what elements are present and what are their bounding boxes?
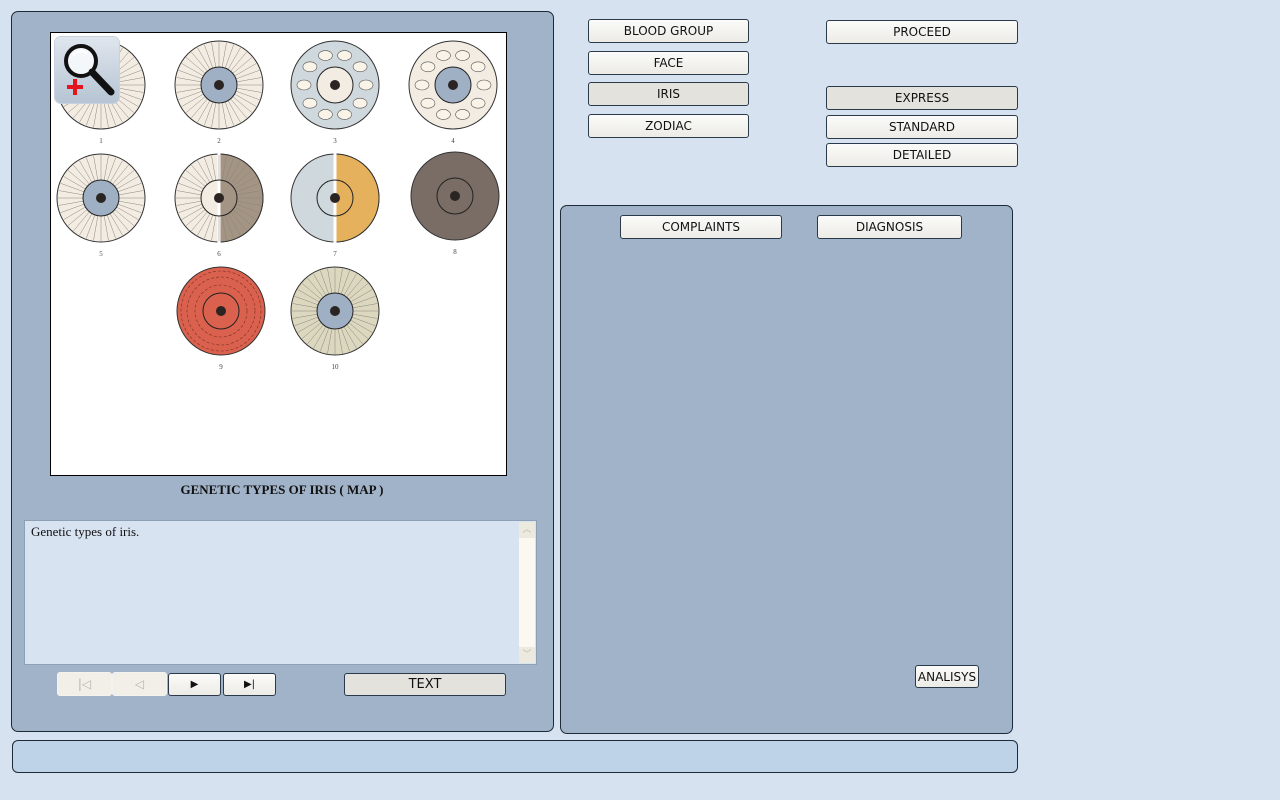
scroll-down-icon[interactable]: ﹀ bbox=[519, 647, 535, 663]
prev-page-button[interactable]: ◁ bbox=[112, 672, 167, 696]
diagnosis-button[interactable]: DIAGNOSIS bbox=[817, 215, 962, 239]
last-page-button[interactable]: ▶| bbox=[223, 673, 276, 696]
prev-page-icon: ◁ bbox=[134, 677, 145, 691]
play-icon: ▶ bbox=[190, 678, 199, 690]
proceed-button[interactable]: PROCEED bbox=[826, 20, 1018, 44]
first-page-icon: |◁ bbox=[77, 677, 92, 691]
iris-number-label: 2 bbox=[217, 137, 221, 145]
iris-illustration: 9 bbox=[176, 266, 266, 371]
iris-illustration: 8 bbox=[410, 151, 500, 256]
standard-button[interactable]: STANDARD bbox=[826, 115, 1018, 139]
complaints-button[interactable]: COMPLAINTS bbox=[620, 215, 782, 239]
blood-group-button[interactable]: BLOOD GROUP bbox=[588, 19, 749, 43]
face-button[interactable]: FACE bbox=[588, 51, 749, 75]
zodiac-button[interactable]: ZODIAC bbox=[588, 114, 749, 138]
first-page-button[interactable]: |◁ bbox=[57, 672, 112, 696]
iris-number-label: 7 bbox=[333, 250, 337, 258]
magnifier-plus-icon bbox=[64, 44, 115, 96]
iris-number-label: 5 bbox=[99, 250, 103, 258]
iris-illustration: 3 bbox=[290, 40, 380, 145]
iris-map-drawing: 1 2 3 4 5 6 7 8 9 10 bbox=[56, 40, 500, 371]
description-textarea[interactable]: Genetic types of iris. ︿ ﹀ bbox=[24, 520, 537, 665]
description-text: Genetic types of iris. bbox=[31, 524, 140, 539]
iris-illustration: 7 bbox=[290, 152, 380, 258]
analysis-button[interactable]: ANALISYS bbox=[915, 665, 979, 688]
iris-illustration: 2 bbox=[174, 40, 264, 145]
iris-illustration: 10 bbox=[290, 266, 380, 371]
iris-illustration: 6 bbox=[174, 152, 264, 258]
status-bar bbox=[12, 740, 1018, 773]
zoom-in-button[interactable] bbox=[55, 37, 119, 103]
iris-number-label: 8 bbox=[453, 248, 457, 256]
express-button[interactable]: EXPRESS bbox=[826, 86, 1018, 110]
iris-map-image: 1 2 3 4 5 6 7 8 9 10 bbox=[50, 32, 507, 476]
iris-number-label: 4 bbox=[451, 137, 455, 145]
play-button[interactable]: ▶ bbox=[168, 673, 221, 696]
detailed-button[interactable]: DETAILED bbox=[826, 143, 1018, 167]
results-panel bbox=[560, 205, 1013, 734]
scroll-up-icon[interactable]: ︿ bbox=[519, 522, 535, 538]
description-scrollbar[interactable]: ︿ ﹀ bbox=[519, 522, 535, 663]
last-page-icon: ▶| bbox=[243, 678, 256, 690]
iris-illustration: 5 bbox=[56, 153, 146, 258]
iris-number-label: 1 bbox=[99, 137, 103, 145]
iris-button[interactable]: IRIS bbox=[588, 82, 749, 106]
iris-number-label: 9 bbox=[219, 363, 223, 371]
iris-illustration: 4 bbox=[408, 40, 498, 145]
image-caption: GENETIC TYPES OF IRIS ( MAP ) bbox=[180, 482, 384, 497]
iris-number-label: 6 bbox=[217, 250, 221, 258]
text-button[interactable]: TEXT bbox=[344, 673, 506, 696]
iris-number-label: 10 bbox=[332, 363, 340, 371]
iris-number-label: 3 bbox=[333, 137, 337, 145]
